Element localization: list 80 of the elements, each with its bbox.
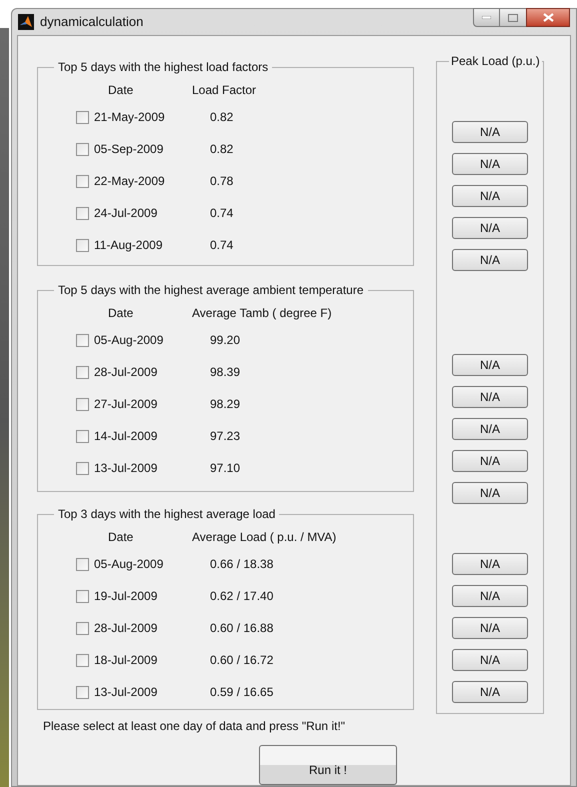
checkbox[interactable] <box>76 142 89 156</box>
date-label: 18-Jul-2009 <box>94 652 158 669</box>
date-label: 22-May-2009 <box>94 173 165 190</box>
date-label: 28-Jul-2009 <box>94 364 158 381</box>
date-label: 14-Jul-2009 <box>94 428 158 445</box>
maximize-button[interactable] <box>500 8 526 27</box>
column-header: Average Tamb ( degree F) <box>192 305 332 322</box>
date-label: 27-Jul-2009 <box>94 396 158 413</box>
date-label: 11-Aug-2009 <box>94 237 162 254</box>
checkbox[interactable] <box>76 110 89 124</box>
peak-load-button[interactable]: N/A <box>452 553 528 575</box>
value-label: 0.60 / 16.88 <box>210 620 274 637</box>
value-label: 99.20 <box>210 332 240 349</box>
peak-load-button[interactable]: N/A <box>452 249 528 271</box>
checkbox[interactable] <box>76 558 89 570</box>
checkbox[interactable] <box>76 206 89 220</box>
peak-load-button[interactable]: N/A <box>452 185 528 207</box>
group-title: Top 5 days with the highest load factors <box>57 59 270 76</box>
column-header: Date <box>108 529 134 546</box>
peak-load-button[interactable]: N/A <box>452 482 528 504</box>
peak-load-button[interactable]: N/A <box>452 649 528 671</box>
app-icon <box>18 14 34 30</box>
close-button[interactable] <box>526 8 570 27</box>
value-label: 0.60 / 16.72 <box>210 652 274 669</box>
date-label: 13-Jul-2009 <box>94 460 158 477</box>
peak-load-button[interactable]: N/A <box>452 450 528 472</box>
value-label: 0.78 <box>210 173 234 190</box>
date-label: 24-Jul-2009 <box>94 205 158 222</box>
value-label: 0.66 / 18.38 <box>210 556 274 573</box>
peak-load-button[interactable]: N/A <box>452 354 528 376</box>
checkbox[interactable] <box>76 366 89 378</box>
value-label: 98.39 <box>210 364 240 381</box>
checkbox[interactable] <box>76 654 89 666</box>
date-label: 13-Jul-2009 <box>94 684 158 701</box>
peak-load-button[interactable]: N/A <box>452 585 528 607</box>
peak-load-button[interactable]: N/A <box>452 217 528 239</box>
value-label: 97.10 <box>210 460 240 477</box>
date-label: 05-Aug-2009 <box>94 556 164 573</box>
column-header: Date <box>108 82 134 99</box>
close-icon <box>542 13 554 22</box>
checkbox[interactable] <box>76 238 89 252</box>
group-title: Top 3 days with the highest average load <box>57 506 276 523</box>
peak-load-button[interactable]: N/A <box>452 681 528 703</box>
value-label: 0.82 <box>210 109 234 126</box>
value-label: 0.82 <box>210 141 234 158</box>
peak-load-button[interactable]: N/A <box>452 617 528 639</box>
column-header: Date <box>108 305 134 322</box>
checkbox[interactable] <box>76 686 89 698</box>
group-title: Top 5 days with the highest average ambient temperature <box>57 282 365 299</box>
column-header: Average Load ( p.u. / MVA) <box>192 529 336 546</box>
peak-load-button[interactable]: N/A <box>452 386 528 408</box>
value-label: 97.23 <box>210 428 240 445</box>
value-label: 98.29 <box>210 396 240 413</box>
run-button[interactable]: Run it ! <box>259 745 397 785</box>
group-title: Peak Load (p.u.) <box>450 53 541 70</box>
minimize-icon <box>482 16 491 19</box>
date-label: 05-Aug-2009 <box>94 332 164 349</box>
peak-load-button[interactable]: N/A <box>452 153 528 175</box>
value-label: 0.62 / 17.40 <box>210 588 274 605</box>
checkbox[interactable] <box>76 590 89 602</box>
date-label: 28-Jul-2009 <box>94 620 158 637</box>
instruction-text: Please select at least one day of data and press "Run it!" <box>43 718 346 735</box>
peak-load-button[interactable]: N/A <box>452 418 528 440</box>
checkbox[interactable] <box>76 462 89 474</box>
checkbox[interactable] <box>76 622 89 634</box>
value-label: 0.74 <box>210 237 234 254</box>
peak-load-button[interactable]: N/A <box>452 121 528 143</box>
minimize-button[interactable] <box>473 8 500 27</box>
checkbox[interactable] <box>76 398 89 410</box>
maximize-icon <box>508 14 518 22</box>
window-title: dynamicalculation <box>40 13 144 32</box>
date-label: 19-Jul-2009 <box>94 588 158 605</box>
date-label: 05-Sep-2009 <box>94 141 164 158</box>
date-label: 21-May-2009 <box>94 109 165 126</box>
checkbox[interactable] <box>76 430 89 442</box>
checkbox[interactable] <box>76 334 89 346</box>
column-header: Load Factor <box>192 82 256 99</box>
value-label: 0.59 / 16.65 <box>210 684 274 701</box>
checkbox[interactable] <box>76 174 89 188</box>
value-label: 0.74 <box>210 205 234 222</box>
